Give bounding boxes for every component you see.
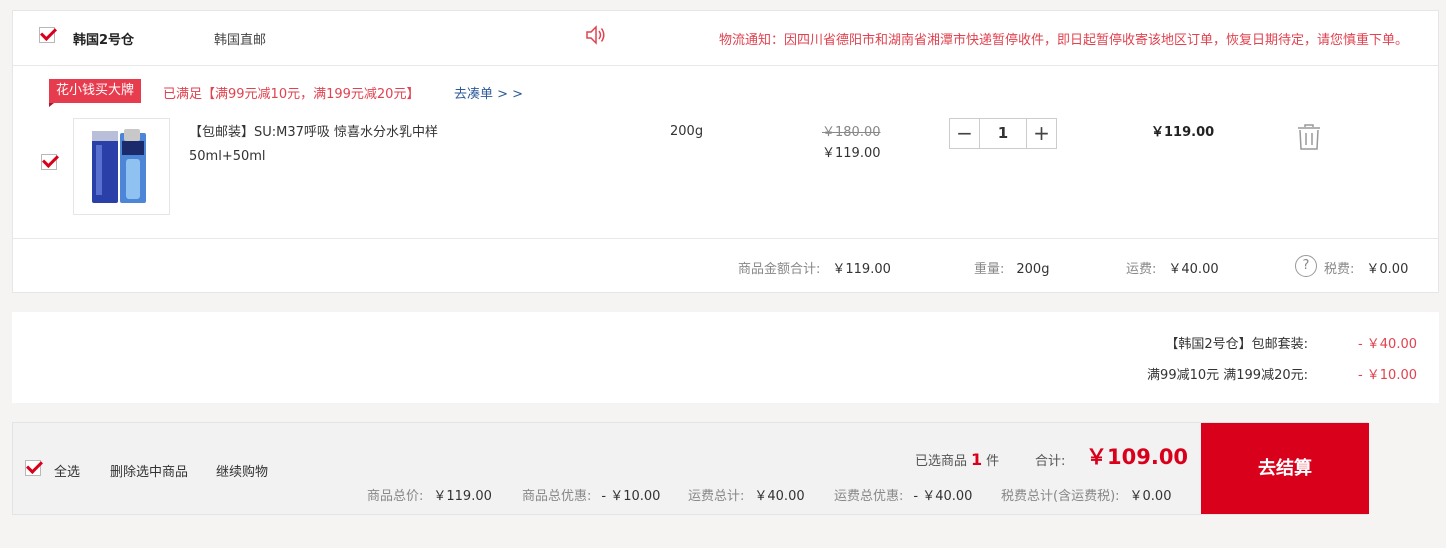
- shipping-total: 运费总计: ￥40.00: [688, 485, 805, 504]
- product-image[interactable]: [73, 118, 170, 215]
- tax-total-label: 税费总计(含运费税):: [1001, 489, 1120, 504]
- shipping-total-label: 运费总计:: [688, 489, 745, 504]
- discount-label: 【韩国2号仓】包邮套装:: [1165, 337, 1308, 352]
- tax-total: 税费总计(含运费税): ￥0.00: [1001, 485, 1171, 504]
- tax-total-value: ￥0.00: [1129, 489, 1172, 504]
- goods-discount-label: 商品总优惠:: [522, 489, 592, 504]
- promo-tag: 花小钱买大牌: [49, 79, 142, 107]
- warehouse-name: 韩国2号仓: [73, 33, 135, 48]
- goods-total-label: 商品总价:: [367, 489, 424, 504]
- shipping-discount-value: - ￥40.00: [913, 489, 973, 504]
- tax-value: ￥0.00: [1366, 262, 1409, 277]
- checkout-button[interactable]: 去结算: [1201, 423, 1369, 514]
- tax-summary: 税费: ￥0.00: [1324, 258, 1408, 277]
- goods-total: 商品总价: ￥119.00: [367, 485, 492, 504]
- shipping-discount-label: 运费总优惠:: [834, 489, 904, 504]
- tax-label: 税费:: [1324, 262, 1355, 277]
- original-price: ￥180.00: [822, 125, 881, 140]
- discount-value: - ￥10.00: [1357, 368, 1417, 383]
- warehouse-checkbox[interactable]: [39, 27, 55, 43]
- discount-value: - ￥40.00: [1357, 337, 1417, 352]
- warehouse-type: 韩国直邮: [214, 33, 267, 48]
- select-all-checkbox[interactable]: [25, 460, 41, 476]
- trash-icon[interactable]: [1297, 123, 1321, 151]
- checkout-bar: 全选 删除选中商品 继续购物 已选商品 1 件 合计: ￥109.00 商品总价: ￥…: [12, 422, 1368, 515]
- question-icon[interactable]: ?: [1295, 255, 1317, 277]
- shipping-discount: 运费总优惠: - ￥40.00: [834, 485, 972, 504]
- shipping-value: ￥40.00: [1168, 262, 1219, 277]
- weight-value: 200g: [1016, 262, 1050, 277]
- discount-label: 满99减10元 满199减20元:: [1147, 368, 1308, 383]
- selected-count: 已选商品 1 件: [915, 450, 999, 469]
- continue-shopping-link[interactable]: 继续购物: [216, 461, 268, 480]
- logistics-notice: 物流通知：因四川省德阳市和湖南省湘潭市快递暂停收件，即日起暂停收寄该地区订单，恢…: [718, 33, 1408, 48]
- goods-discount-value: - ￥10.00: [601, 489, 661, 504]
- warehouse-card: 韩国2号仓 韩国直邮 物流通知：因四川省德阳市和湖南省湘潭市快递暂停收件，即日起…: [12, 10, 1439, 293]
- item-checkbox[interactable]: [41, 154, 57, 170]
- add-items-link[interactable]: 去凑单 > >: [454, 83, 523, 102]
- discount-box: 【韩国2号仓】包邮套装: - ￥40.00 满99减10元 满199减20元: …: [12, 312, 1439, 403]
- goods-amount: 商品金额合计: ￥119.00: [738, 258, 891, 277]
- shipping-summary: 运费: ￥40.00: [1126, 258, 1219, 277]
- selected-suffix: 件: [986, 454, 1000, 469]
- quantity-stepper: − 1 +: [949, 118, 1057, 149]
- shipping-label: 运费:: [1126, 262, 1157, 277]
- goods-amount-label: 商品金额合计:: [738, 262, 821, 277]
- divider: [13, 65, 1438, 66]
- weight-label: 重量:: [974, 262, 1005, 277]
- product-title[interactable]: 【包邮装】SU:M37呼吸 惊喜水分水乳中样 50ml+50ml: [189, 121, 489, 169]
- total-value: ￥109.00: [1086, 445, 1189, 469]
- decrease-button[interactable]: −: [950, 119, 980, 148]
- total-label: 合计:: [1035, 454, 1066, 469]
- increase-button[interactable]: +: [1026, 119, 1056, 148]
- item-weight: 200g: [670, 124, 704, 139]
- delete-selected-link[interactable]: 删除选中商品: [110, 461, 188, 480]
- selected-number: 1: [971, 450, 983, 469]
- select-all-label[interactable]: 全选: [54, 461, 80, 480]
- quantity-value[interactable]: 1: [980, 119, 1026, 148]
- goods-amount-value: ￥119.00: [832, 262, 891, 277]
- selected-prefix: 已选商品: [915, 454, 968, 469]
- goods-total-value: ￥119.00: [433, 489, 492, 504]
- shipping-total-value: ￥40.00: [754, 489, 805, 504]
- promo-text: 已满足【满99元减10元，满199元减20元】: [163, 87, 420, 102]
- goods-discount: 商品总优惠: - ￥10.00: [522, 485, 660, 504]
- product-title-line1[interactable]: 【包邮装】SU:M37呼吸 惊喜水分水乳中样: [189, 121, 489, 145]
- current-price: ￥119.00: [822, 146, 881, 161]
- speaker-icon: [586, 25, 605, 45]
- product-title-line2[interactable]: 50ml+50ml: [189, 145, 489, 169]
- divider: [13, 238, 1438, 239]
- weight-summary: 重量: 200g: [974, 258, 1049, 277]
- item-subtotal: ￥119.00: [1151, 125, 1215, 140]
